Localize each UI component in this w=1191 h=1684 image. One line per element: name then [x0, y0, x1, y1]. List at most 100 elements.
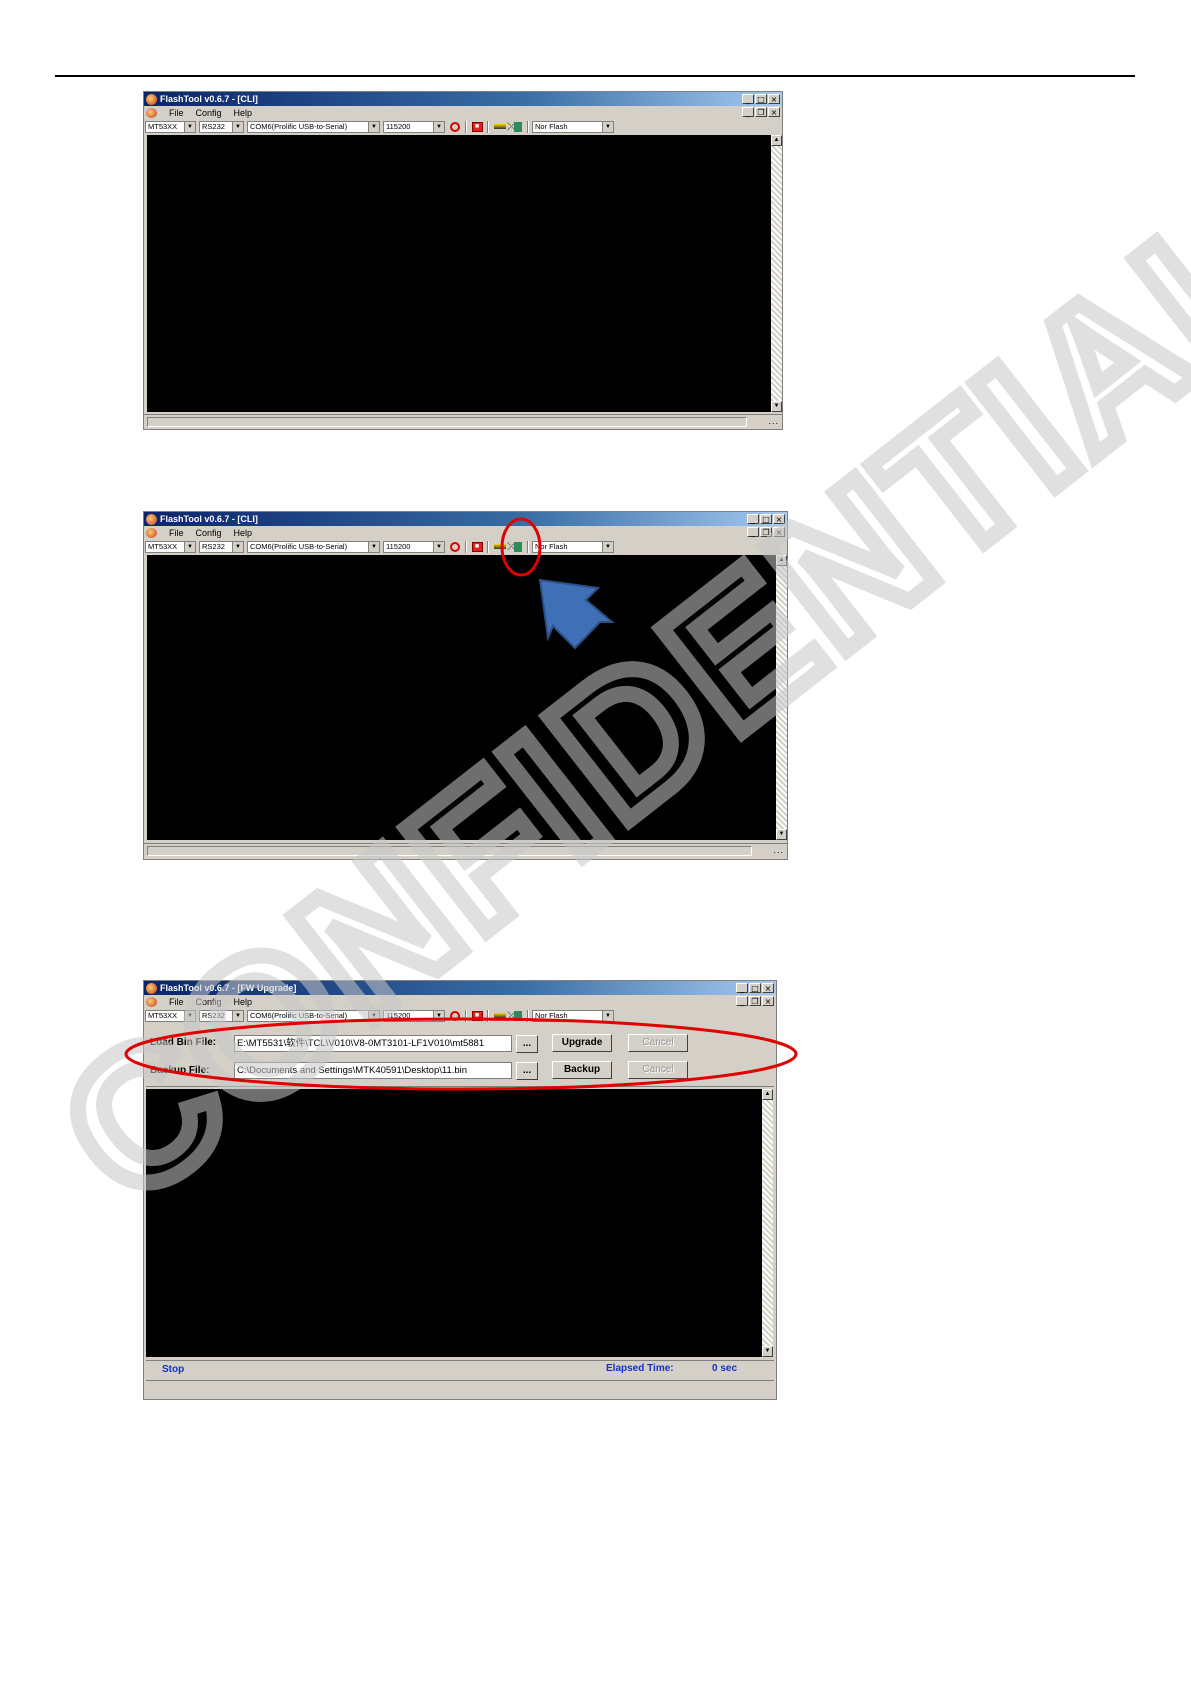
vertical-scrollbar[interactable]: ▲ ▼ — [771, 135, 782, 412]
scroll-down-button[interactable]: ▼ — [762, 1346, 773, 1357]
upgrade-button[interactable]: Upgrade — [552, 1034, 612, 1052]
scroll-down-button[interactable]: ▼ — [771, 401, 782, 412]
scroll-up-button[interactable]: ▲ — [776, 555, 787, 566]
stop-button[interactable]: ■ — [470, 1009, 484, 1022]
menu-file[interactable]: File — [169, 108, 184, 118]
flash-type-value: Nor Flash — [535, 1010, 568, 1020]
menu-file[interactable]: File — [169, 997, 184, 1007]
title-bar: FlashTool v0.6.7 - [FW Upgrade] _ □ × — [144, 981, 776, 995]
backup-browse-button[interactable]: ... — [516, 1062, 538, 1080]
scroll-up-button[interactable]: ▲ — [771, 135, 782, 146]
toolbar: MT53XX ▼ RS232 ▼ COM6(Prolific USB-to-Seri… — [144, 1008, 776, 1023]
command-input[interactable] — [147, 417, 747, 427]
mdi-minimize-button[interactable]: _ — [747, 527, 759, 537]
chip-select[interactable]: MT53XX ▼ — [145, 540, 196, 553]
toolbar-separator — [465, 540, 467, 553]
flash-type-select[interactable]: Nor Flash ▼ — [532, 120, 614, 133]
refresh-icon — [450, 121, 460, 132]
load-bin-browse-button[interactable]: ... — [516, 1035, 538, 1053]
baud-value: 115200 — [386, 541, 411, 551]
menu-config[interactable]: Config — [196, 997, 222, 1007]
port-select[interactable]: COM6(Prolific USB-to-Serial) ▼ — [247, 540, 380, 553]
mdi-restore-button[interactable]: ❐ — [760, 527, 772, 537]
chevron-down-icon: ▼ — [232, 121, 243, 132]
baud-select[interactable]: 115200 ▼ — [383, 540, 445, 553]
connect-button[interactable]: ⤫ — [492, 120, 524, 133]
command-input[interactable] — [147, 846, 752, 856]
close-button[interactable]: × — [773, 514, 785, 524]
mdi-close-button[interactable]: × — [768, 107, 780, 117]
mdi-child-icon[interactable] — [146, 107, 157, 118]
stop-icon: ■ — [471, 541, 483, 552]
minimize-button[interactable]: _ — [742, 94, 754, 104]
baud-value: 115200 — [386, 1010, 411, 1020]
baud-select[interactable]: 115200 ▼ — [383, 120, 445, 133]
chip-value: MT53XX — [148, 1010, 178, 1020]
mdi-close-button[interactable]: × — [773, 527, 785, 537]
mdi-minimize-button[interactable]: _ — [736, 996, 748, 1006]
status-grip: ... — [768, 416, 779, 426]
menu-config[interactable]: Config — [196, 108, 222, 118]
port-value: COM6(Prolific USB-to-Serial) — [250, 1010, 348, 1020]
connect-button[interactable]: ⤫ — [492, 1009, 524, 1022]
menu-help[interactable]: Help — [234, 108, 253, 118]
mdi-minimize-button[interactable]: _ — [742, 107, 754, 117]
flash-type-select[interactable]: Nor Flash ▼ — [532, 540, 614, 553]
stop-button[interactable]: ■ — [470, 540, 484, 553]
backup-button[interactable]: Backup — [552, 1061, 612, 1079]
interface-select[interactable]: RS232 ▼ — [199, 120, 244, 133]
connect-button[interactable]: ⤫ — [492, 540, 524, 553]
scroll-down-button[interactable]: ▼ — [776, 829, 787, 840]
chip-select[interactable]: MT53XX ▼ — [145, 1009, 196, 1022]
port-select[interactable]: COM6(Prolific USB-to-Serial) ▼ — [247, 120, 380, 133]
interface-select[interactable]: RS232 ▼ — [199, 1009, 244, 1022]
stop-button[interactable]: ■ — [470, 120, 484, 133]
close-button[interactable]: × — [768, 94, 780, 104]
close-button[interactable]: × — [762, 983, 774, 993]
chevron-down-icon: ▼ — [602, 541, 613, 552]
backup-cancel-button[interactable]: Cancel — [628, 1061, 688, 1079]
flash-type-select[interactable]: Nor Flash ▼ — [532, 1009, 614, 1022]
refresh-button[interactable] — [448, 120, 462, 133]
maximize-button[interactable]: □ — [755, 94, 767, 104]
stop-icon: ■ — [471, 121, 483, 132]
mdi-restore-button[interactable]: ❐ — [755, 107, 767, 117]
mdi-child-icon[interactable] — [146, 996, 157, 1007]
upgrade-cancel-button[interactable]: Cancel — [628, 1034, 688, 1052]
toolbar: MT53XX ▼ RS232 ▼ COM6(Prolific USB-to-Seri… — [144, 119, 782, 134]
bottom-status-strip — [146, 1380, 774, 1397]
interface-value: RS232 — [202, 1010, 225, 1020]
load-bin-path-input[interactable]: E:\MT5531\软件\TCL\V010\V8-0MT3101-LF1V010… — [234, 1035, 512, 1052]
refresh-button[interactable] — [448, 540, 462, 553]
minimize-button[interactable]: _ — [747, 514, 759, 524]
menu-help[interactable]: Help — [234, 528, 253, 538]
cli-console[interactable] — [147, 555, 780, 840]
vertical-scrollbar[interactable]: ▲ ▼ — [776, 555, 787, 840]
fw-console[interactable] — [146, 1089, 762, 1357]
port-select[interactable]: COM6(Prolific USB-to-Serial) ▼ — [247, 1009, 380, 1022]
refresh-button[interactable] — [448, 1009, 462, 1022]
menu-file[interactable]: File — [169, 528, 184, 538]
menu-config[interactable]: Config — [196, 528, 222, 538]
chevron-down-icon: ▼ — [602, 1010, 613, 1021]
refresh-icon — [450, 1010, 460, 1021]
title-bar: FlashTool v0.6.7 - [CLI] _ □ × — [144, 512, 787, 526]
mdi-child-icon[interactable] — [146, 527, 157, 538]
baud-value: 115200 — [386, 121, 411, 131]
chevron-down-icon: ▼ — [433, 121, 444, 132]
minimize-button[interactable]: _ — [736, 983, 748, 993]
chip-select[interactable]: MT53XX ▼ — [145, 120, 196, 133]
interface-select[interactable]: RS232 ▼ — [199, 540, 244, 553]
maximize-button[interactable]: □ — [749, 983, 761, 993]
fw-upgrade-panel: Load Bin File: E:\MT5531\软件\TCL\V010\V8-… — [146, 1029, 774, 1087]
mdi-close-button[interactable]: × — [762, 996, 774, 1006]
cli-console[interactable] — [147, 135, 775, 412]
backup-file-path-input[interactable]: C:\Documents and Settings\MTK40591\Deskt… — [234, 1062, 512, 1079]
baud-select[interactable]: 115200 ▼ — [383, 1009, 445, 1022]
mdi-restore-button[interactable]: ❐ — [749, 996, 761, 1006]
menu-help[interactable]: Help — [234, 997, 253, 1007]
toolbar-separator — [465, 1009, 467, 1022]
scroll-up-button[interactable]: ▲ — [762, 1089, 773, 1100]
vertical-scrollbar[interactable]: ▲ ▼ — [762, 1089, 773, 1357]
maximize-button[interactable]: □ — [760, 514, 772, 524]
